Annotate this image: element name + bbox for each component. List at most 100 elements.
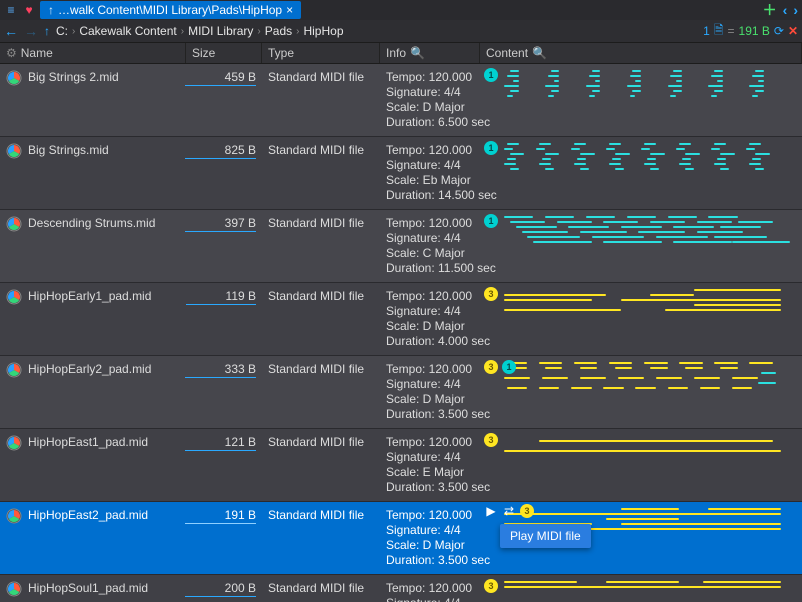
info-duration: Duration: 14.500 sec bbox=[386, 188, 474, 203]
info-scale: Scale: D Major bbox=[386, 392, 474, 407]
play-icon[interactable]: ▶ bbox=[484, 504, 498, 518]
info-signature: Signature: 4/4 bbox=[386, 304, 474, 319]
file-type: Standard MIDI file bbox=[262, 502, 380, 574]
note-lanes bbox=[504, 68, 796, 130]
badges: 1 bbox=[484, 214, 498, 228]
file-name: HipHopEarly2_pad.mid bbox=[28, 362, 151, 376]
file-icon: 🗎 bbox=[714, 21, 724, 42]
table-row[interactable]: HipHopEarly1_pad.mid 119 B Standard MIDI f… bbox=[0, 283, 802, 356]
forward-icon[interactable]: → bbox=[24, 23, 38, 39]
header-name-label: Name bbox=[21, 46, 53, 60]
header-name[interactable]: ⚙ Name bbox=[0, 43, 186, 63]
midi-file-icon bbox=[6, 70, 22, 89]
search-icon[interactable]: 🔍 bbox=[410, 46, 425, 60]
note-lanes bbox=[504, 433, 796, 495]
breadcrumb-drive[interactable]: C: bbox=[56, 24, 68, 38]
midi-preview[interactable]: 1 bbox=[480, 210, 802, 282]
file-size: 397 B bbox=[225, 216, 256, 230]
refresh-icon[interactable]: ⟳ bbox=[774, 24, 784, 38]
table-row[interactable]: HipHopEarly2_pad.mid333 BStandard MIDI f… bbox=[0, 356, 802, 429]
file-size: 825 B bbox=[225, 143, 256, 157]
search-icon[interactable]: 🔍 bbox=[532, 46, 547, 60]
table-row[interactable]: HipHopSoul1_pad.mid200 BStandard MIDI fi… bbox=[0, 575, 802, 602]
gear-icon[interactable]: ⚙ bbox=[6, 46, 17, 60]
track-count-badge: 1 bbox=[484, 141, 498, 155]
info-tempo: Tempo: 120.000 bbox=[386, 581, 474, 596]
next-icon[interactable]: › bbox=[793, 2, 798, 18]
file-info: Tempo: 120.000Signature: 4/4Scale: Eb Ma… bbox=[380, 137, 480, 209]
note-lanes bbox=[504, 214, 796, 276]
track-count-badge: 1 bbox=[484, 68, 498, 82]
track-count-badge: 1 bbox=[502, 360, 516, 374]
menu-icon[interactable]: ≡ bbox=[4, 3, 18, 17]
badges: 3 bbox=[484, 433, 498, 447]
up-folder-icon[interactable]: ↑ bbox=[44, 24, 50, 38]
loop-icon[interactable]: ⇄ bbox=[502, 504, 516, 518]
breadcrumb-sep-icon: › bbox=[296, 26, 299, 37]
midi-preview[interactable]: 1 bbox=[480, 137, 802, 209]
file-type: Standard MIDI file bbox=[262, 137, 380, 209]
table-row[interactable]: Big Strings.mid825 BStandard MIDI fileTe… bbox=[0, 137, 802, 210]
back-icon[interactable]: ← bbox=[4, 23, 18, 39]
file-name: HipHopEast1_pad.mid bbox=[28, 435, 148, 449]
header-info[interactable]: Info 🔍 bbox=[380, 43, 480, 63]
midi-file-icon bbox=[6, 216, 22, 235]
selected-count: 1 bbox=[703, 24, 710, 38]
info-signature: Signature: 4/4 bbox=[386, 377, 474, 392]
midi-preview[interactable]: 31 bbox=[480, 356, 802, 428]
file-type: Standard MIDI file bbox=[262, 429, 380, 501]
breadcrumb-sep-icon: › bbox=[257, 26, 260, 37]
midi-preview[interactable]: 3 bbox=[480, 283, 802, 355]
file-size: 121 B bbox=[225, 435, 256, 449]
file-type: Standard MIDI file bbox=[262, 283, 380, 355]
file-name: HipHopSoul1_pad.mid bbox=[28, 581, 148, 595]
selected-size: 191 B bbox=[739, 24, 770, 38]
file-info: Tempo: 120.000Signature: 4/4Scale: E Maj… bbox=[380, 429, 480, 501]
file-size: 191 B bbox=[225, 508, 256, 522]
play-tooltip: Play MIDI file bbox=[500, 524, 591, 548]
header-content-label: Content bbox=[486, 46, 528, 60]
table-row[interactable]: Big Strings 2.mid459 BStandard MIDI file… bbox=[0, 64, 802, 137]
info-tempo: Tempo: 120.000 bbox=[386, 216, 474, 231]
prev-icon[interactable]: ‹ bbox=[783, 2, 788, 18]
badges: 31 bbox=[484, 360, 516, 374]
path-tab[interactable]: ↑ …walk Content\MIDI Library\Pads\HipHop… bbox=[40, 1, 301, 19]
note-lanes bbox=[504, 287, 796, 349]
info-duration: Duration: 3.500 sec bbox=[386, 553, 474, 568]
midi-file-icon bbox=[6, 289, 22, 308]
close-icon[interactable]: ✕ bbox=[788, 24, 798, 38]
info-scale: Scale: C Major bbox=[386, 246, 474, 261]
table-row[interactable]: Descending Strums.mid397 BStandard MIDI … bbox=[0, 210, 802, 283]
midi-preview[interactable]: ▶⇄3Play MIDI file bbox=[480, 502, 802, 574]
tab-close-icon[interactable]: × bbox=[286, 3, 293, 17]
note-lanes bbox=[504, 141, 796, 203]
midi-preview[interactable]: 3 bbox=[480, 429, 802, 501]
table-row[interactable]: HipHopEast1_pad.mid 121 B Standard MIDI fi… bbox=[0, 429, 802, 502]
breadcrumb: C: › Cakewalk Content › MIDI Library › P… bbox=[56, 24, 344, 38]
midi-preview[interactable]: 3 bbox=[480, 575, 802, 602]
table-row[interactable]: HipHopEast2_pad.mid191 BStandard MIDI fi… bbox=[0, 502, 802, 575]
add-tab-icon[interactable]: ＋ bbox=[763, 0, 777, 20]
badges: 3 bbox=[484, 579, 498, 593]
breadcrumb-item[interactable]: HipHop bbox=[303, 24, 343, 38]
breadcrumb-item[interactable]: MIDI Library bbox=[188, 24, 253, 38]
header-content[interactable]: Content 🔍 bbox=[480, 43, 802, 63]
file-name: HipHopEarly1_pad.mid bbox=[28, 289, 151, 303]
breadcrumb-item[interactable]: Pads bbox=[265, 24, 292, 38]
file-info: Tempo: 120.000Signature: 4/4Scale: F Maj… bbox=[380, 575, 480, 602]
info-scale: Scale: D Major bbox=[386, 100, 474, 115]
file-list[interactable]: Big Strings 2.mid459 BStandard MIDI file… bbox=[0, 64, 802, 602]
file-type: Standard MIDI file bbox=[262, 64, 380, 136]
file-size: 119 B bbox=[226, 289, 256, 303]
midi-preview[interactable]: 1 bbox=[480, 64, 802, 136]
header-type[interactable]: Type bbox=[262, 43, 380, 63]
breadcrumb-item[interactable]: Cakewalk Content bbox=[79, 24, 176, 38]
track-count-badge: 3 bbox=[484, 287, 498, 301]
favorite-icon[interactable]: ♥ bbox=[22, 3, 36, 17]
file-info: Tempo: 120.000Signature: 4/4Scale: D Maj… bbox=[380, 64, 480, 136]
file-info: Tempo: 120.000Signature: 4/4Scale: D Maj… bbox=[380, 283, 480, 355]
header-size-label: Size bbox=[192, 46, 215, 60]
info-duration: Duration: 3.500 sec bbox=[386, 480, 474, 495]
file-info: Tempo: 120.000Signature: 4/4Scale: D Maj… bbox=[380, 502, 480, 574]
header-size[interactable]: Size bbox=[186, 43, 262, 63]
